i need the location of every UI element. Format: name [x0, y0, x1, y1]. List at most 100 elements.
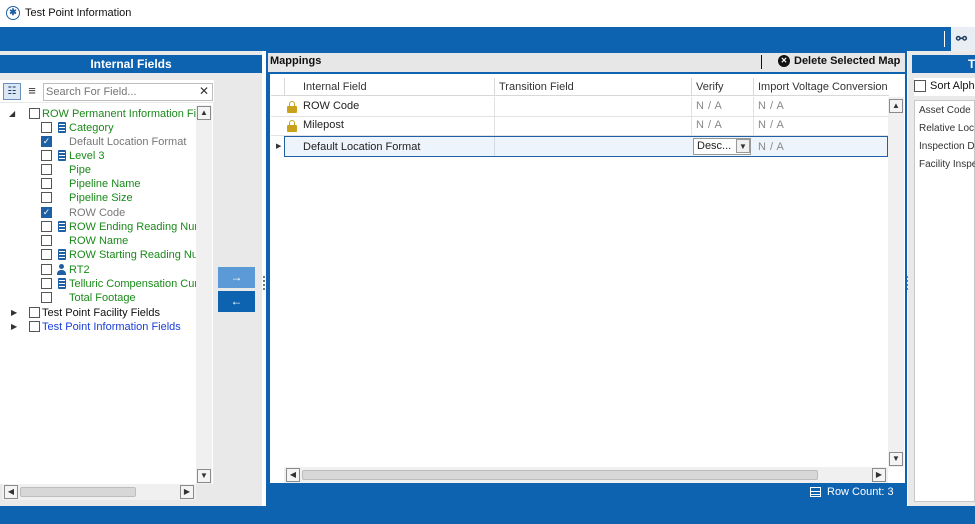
tree-node-row-code[interactable]: ✓ ROW Code: [0, 206, 196, 220]
checkbox[interactable]: [41, 178, 52, 189]
checkbox[interactable]: [41, 292, 52, 303]
tree-view-icon[interactable]: ☷: [3, 83, 21, 100]
cell-divider: [691, 116, 692, 136]
list-item[interactable]: Facility Inspe: [919, 159, 975, 170]
transition-fields-header: [912, 55, 975, 73]
scroll-right-icon[interactable]: ▶: [180, 485, 194, 499]
import-voltage-cell[interactable]: N / A: [758, 138, 784, 156]
scroll-down-icon[interactable]: ▼: [889, 452, 903, 466]
tree-node-row-starting-reading[interactable]: ROW Starting Reading Nur: [0, 248, 202, 262]
tree-node-telluric[interactable]: Telluric Compensation Curr: [0, 277, 202, 291]
internal-field-cell[interactable]: Default Location Format: [303, 138, 420, 156]
calculator-icon: [58, 278, 66, 289]
column-header-transition-field[interactable]: Transition Field: [499, 81, 574, 93]
clear-search-icon[interactable]: ✕: [197, 84, 211, 99]
table-icon: [810, 487, 821, 497]
scroll-left-icon[interactable]: ◀: [286, 468, 300, 482]
column-separator: [494, 78, 495, 96]
toolbar-divider: [944, 31, 945, 47]
import-voltage-cell[interactable]: N / A: [758, 116, 784, 134]
sort-alpha-checkbox[interactable]: [914, 80, 926, 92]
mappings-title: Mappings: [270, 55, 322, 67]
tree-node-label: Pipeline Size: [69, 192, 133, 204]
add-mapping-button[interactable]: →: [218, 267, 255, 288]
scrollbar-thumb[interactable]: [302, 470, 818, 480]
tree-node-rt2[interactable]: RT2: [0, 263, 196, 277]
tree-node-row-name[interactable]: ROW Name: [0, 234, 196, 248]
tree-node-label: Default Location Format: [69, 136, 187, 148]
tree-node-total-footage[interactable]: Total Footage: [0, 291, 196, 305]
internal-field-cell[interactable]: ROW Code: [303, 97, 359, 115]
collapse-icon[interactable]: ◢: [9, 107, 15, 121]
tree-node-test-point-facility[interactable]: ▶ Test Point Facility Fields: [0, 306, 196, 320]
row-indicator-icon: ▶: [276, 143, 282, 150]
tree-node-label: Test Point Facility Fields: [42, 307, 160, 319]
checkbox-checked[interactable]: ✓: [41, 207, 52, 218]
tree-node-row-ending-reading[interactable]: ROW Ending Reading Num: [0, 220, 204, 234]
tree-node-label: Category: [69, 122, 114, 134]
remove-mapping-button[interactable]: ←: [218, 291, 255, 312]
verify-cell[interactable]: N / A: [696, 97, 722, 115]
checkbox-checked[interactable]: ✓: [41, 136, 52, 147]
grid-vertical-scrollbar[interactable]: [888, 97, 904, 467]
list-item[interactable]: Relative Loc: [919, 123, 974, 134]
checkbox[interactable]: [41, 278, 52, 289]
checkbox[interactable]: [41, 221, 52, 232]
lock-icon: [287, 120, 297, 132]
tree-node-test-point-information[interactable]: ▶ Test Point Information Fields: [0, 320, 196, 334]
table-row[interactable]: Milepost N / A N / A: [271, 116, 888, 136]
column-header-import-voltage[interactable]: Import Voltage Conversion: [758, 81, 888, 93]
checkbox[interactable]: [41, 164, 52, 175]
scroll-right-icon[interactable]: ▶: [872, 468, 886, 482]
calculator-icon: [58, 249, 66, 260]
tree-node-pipeline-size[interactable]: Pipeline Size: [0, 191, 196, 205]
scrollbar-thumb[interactable]: [20, 487, 136, 497]
checkbox[interactable]: [41, 264, 52, 275]
calculator-icon: [58, 122, 66, 133]
import-voltage-cell[interactable]: N / A: [758, 97, 784, 115]
title-bar: [0, 0, 975, 27]
delete-selected-map-label: Delete Selected Map: [794, 55, 901, 67]
checkbox[interactable]: [29, 307, 40, 318]
tree-node-pipeline-name[interactable]: Pipeline Name: [0, 177, 196, 191]
tree-node-label: Test Point Information Fields: [42, 321, 181, 333]
calculator-icon: [58, 221, 66, 232]
verify-dropdown-value: Desc...: [697, 140, 732, 152]
expand-icon[interactable]: ▶: [11, 320, 17, 334]
cell-divider: [753, 97, 754, 117]
app-icon: ✱: [6, 6, 20, 20]
internal-field-cell[interactable]: Milepost: [303, 116, 344, 134]
scroll-up-icon[interactable]: ▲: [197, 106, 211, 120]
checkbox[interactable]: [29, 321, 40, 332]
checkbox[interactable]: [41, 249, 52, 260]
tree-node-label: ROW Code: [69, 207, 126, 219]
person-icon: [57, 264, 66, 275]
list-item[interactable]: Asset Code: [919, 105, 971, 116]
checkbox[interactable]: [41, 192, 52, 203]
column-header-internal-field[interactable]: Internal Field: [303, 81, 367, 93]
checkbox[interactable]: [41, 122, 52, 133]
table-row[interactable]: ROW Code N / A N / A: [271, 97, 888, 117]
verify-cell[interactable]: N / A: [696, 116, 722, 134]
expand-icon[interactable]: ▶: [11, 306, 17, 320]
scroll-down-icon[interactable]: ▼: [197, 469, 211, 483]
column-header-verify[interactable]: Verify: [696, 81, 724, 93]
checkbox[interactable]: [41, 150, 52, 161]
list-item[interactable]: Inspection D: [919, 141, 975, 152]
tree-vertical-scrollbar[interactable]: [196, 105, 212, 484]
tree-node-pipe[interactable]: Pipe: [0, 163, 196, 177]
tree-node-level-3[interactable]: Level 3: [0, 149, 196, 163]
search-input[interactable]: [44, 84, 194, 100]
tree-node-label: Telluric Compensation Curr: [69, 278, 202, 290]
splitter-grip[interactable]: [263, 276, 265, 290]
scroll-left-icon[interactable]: ◀: [4, 485, 18, 499]
tree-node-row-permanent[interactable]: ◢ ROW Permanent Information Fie: [0, 107, 202, 121]
list-view-icon[interactable]: ≡: [24, 83, 40, 100]
cell-divider: [691, 97, 692, 117]
checkbox[interactable]: [29, 108, 40, 119]
tree-node-category[interactable]: Category: [0, 121, 196, 135]
tree-node-default-location-format[interactable]: ✓ Default Location Format: [0, 135, 196, 149]
scroll-up-icon[interactable]: ▲: [889, 99, 903, 113]
chevron-down-icon[interactable]: ▼: [736, 139, 750, 153]
checkbox[interactable]: [41, 235, 52, 246]
